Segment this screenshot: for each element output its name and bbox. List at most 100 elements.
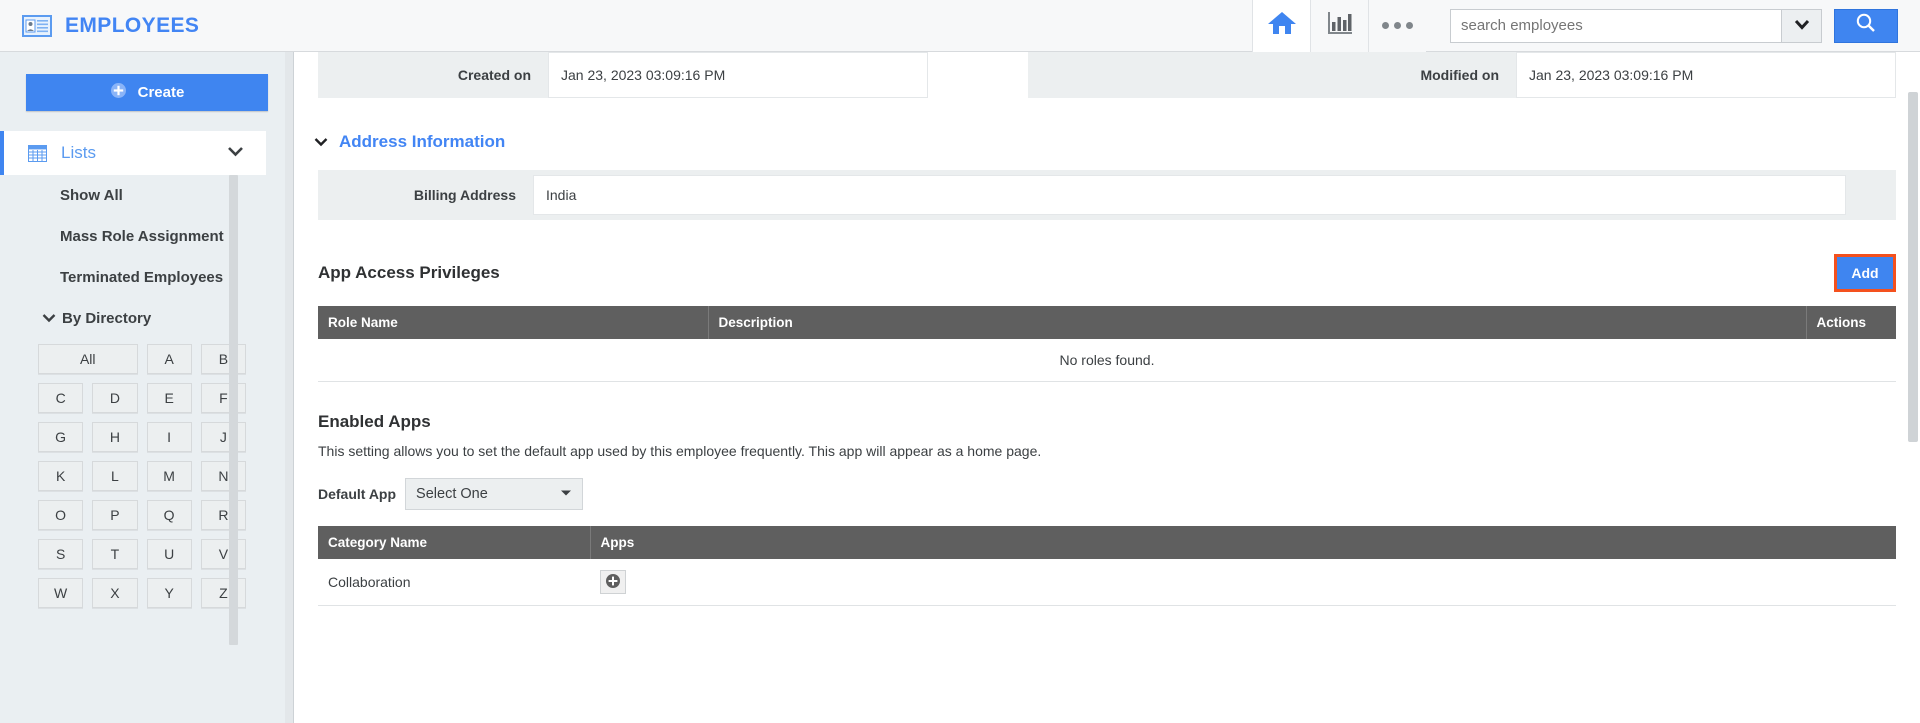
app-title: EMPLOYEES — [65, 13, 200, 37]
directory-letter-u[interactable]: U — [146, 539, 192, 569]
sidebar-edge — [285, 52, 294, 723]
billing-address-label: Billing Address — [413, 187, 516, 203]
add-role-button-label: Add — [1851, 265, 1879, 281]
directory-letter-label: E — [164, 390, 174, 406]
directory-letter-label: K — [55, 468, 66, 484]
brand: EMPLOYEES — [0, 14, 199, 38]
sidebar-group-by-directory[interactable]: By Directory — [0, 298, 294, 338]
address-information-header[interactable]: Address Information — [314, 132, 1920, 152]
bar-chart-icon — [1327, 11, 1353, 40]
directory-letter-label: P — [110, 507, 120, 523]
directory-letter-s[interactable]: S — [38, 539, 84, 569]
directory-letter-w[interactable]: W — [38, 578, 84, 608]
meta-fields-row: Created on Jan 23, 2023 03:09:16 PM Modi… — [318, 52, 1896, 98]
directory-letter-label: H — [109, 429, 120, 445]
sidebar-group-by-directory-label: By Directory — [62, 309, 152, 327]
directory-letter-label: O — [55, 507, 67, 523]
directory-letter-label: U — [164, 546, 175, 562]
directory-letter-label: D — [109, 390, 120, 406]
chevron-down-icon[interactable] — [227, 144, 244, 162]
directory-letter-y[interactable]: Y — [146, 578, 192, 608]
sidebar-item-show-all[interactable]: Show All — [0, 175, 294, 216]
directory-letter-t[interactable]: T — [92, 539, 138, 569]
sidebar: Create Lists Show All Mass Role Assignme… — [0, 52, 294, 723]
privileges-header-row: App Access Privileges Add — [318, 254, 1896, 292]
modified-on-field: Modified on Jan 23, 2023 03:09:16 PM — [1291, 52, 1896, 98]
directory-letter-label: J — [219, 429, 227, 445]
directory-letter-k[interactable]: K — [38, 461, 84, 491]
directory-letter-q[interactable]: Q — [146, 500, 192, 530]
sidebar-item-mass-role-assignment[interactable]: Mass Role Assignment — [0, 216, 294, 257]
search-input[interactable] — [1451, 9, 1781, 42]
add-role-button[interactable]: Add — [1837, 257, 1893, 289]
directory-letter-label: Z — [219, 585, 228, 601]
enabled-apps-table-head: Category Name Apps — [318, 526, 1896, 559]
roles-table-header-row: Role Name Description Actions — [318, 306, 1896, 339]
main-content: Created on Jan 23, 2023 03:09:16 PM Modi… — [294, 52, 1920, 723]
main-scrollbar[interactable] — [1908, 92, 1918, 442]
more-menu-button[interactable] — [1368, 0, 1426, 52]
plus-circle-icon — [110, 82, 127, 103]
sidebar-scrollbar[interactable] — [229, 175, 238, 645]
home-icon — [1267, 10, 1297, 41]
app-access-privileges-title: App Access Privileges — [318, 263, 500, 282]
directory-letter-label: F — [219, 390, 228, 406]
directory-letter-a[interactable]: A — [146, 344, 192, 374]
sidebar-item-terminated-employees[interactable]: Terminated Employees — [0, 257, 294, 298]
column-category-name: Category Name — [318, 526, 591, 559]
directory-letter-o[interactable]: O — [38, 500, 84, 530]
sidebar-item-lists[interactable]: Lists — [0, 131, 266, 175]
directory-letter-f[interactable]: F — [200, 383, 246, 413]
sidebar-item-show-all-label: Show All — [60, 187, 123, 204]
directory-letter-l[interactable]: L — [92, 461, 138, 491]
sidebar-item-terminated-employees-label: Terminated Employees — [60, 269, 224, 286]
caret-down-icon — [560, 488, 572, 500]
column-apps: Apps — [590, 526, 1896, 559]
directory-letter-i[interactable]: I — [146, 422, 192, 452]
home-button[interactable] — [1252, 0, 1310, 52]
modified-on-value: Jan 23, 2023 03:09:16 PM — [1516, 52, 1896, 98]
directory-letter-label: T — [110, 546, 120, 562]
directory-letter-h[interactable]: H — [92, 422, 138, 452]
directory-letter-all[interactable]: All — [38, 344, 138, 374]
search-scope-dropdown[interactable] — [1781, 9, 1821, 42]
directory-letter-label: C — [55, 390, 66, 406]
apps-cell — [590, 559, 1896, 606]
directory-letter-c[interactable]: C — [38, 383, 84, 413]
column-role-name: Role Name — [318, 306, 709, 339]
modified-on-label: Modified on — [1291, 52, 1516, 98]
directory-letter-m[interactable]: M — [146, 461, 192, 491]
directory-letter-v[interactable]: V — [200, 539, 246, 569]
id-card-icon — [22, 14, 52, 37]
directory-letter-p[interactable]: P — [92, 500, 138, 530]
directory-letter-z[interactable]: Z — [200, 578, 246, 608]
address-information-title: Address Information — [339, 132, 506, 151]
column-actions: Actions — [1806, 306, 1896, 339]
directory-letter-x[interactable]: X — [92, 578, 138, 608]
directory-letter-d[interactable]: D — [92, 383, 138, 413]
roles-table: Role Name Description Actions No roles f… — [318, 306, 1896, 382]
created-on-label: Created on — [318, 52, 548, 98]
directory-letter-r[interactable]: R — [200, 500, 246, 530]
directory-letter-g[interactable]: G — [38, 422, 84, 452]
enabled-apps-table-body: Collaboration — [318, 559, 1896, 606]
default-app-label: Default App — [318, 486, 397, 502]
directory-letter-j[interactable]: J — [200, 422, 246, 452]
create-button[interactable]: Create — [26, 74, 268, 111]
add-app-button[interactable] — [600, 570, 626, 594]
billing-address-value[interactable]: India — [533, 175, 1846, 215]
default-app-selected-value: Select One — [416, 486, 488, 502]
directory-letter-n[interactable]: N — [200, 461, 246, 491]
directory-letter-e[interactable]: E — [146, 383, 192, 413]
directory-letter-label: A — [164, 351, 174, 367]
directory-letter-label: All — [79, 351, 96, 367]
app-access-privileges-section: App Access Privileges Add Role Name Desc… — [318, 254, 1896, 382]
directory-letter-b[interactable]: B — [200, 344, 246, 374]
default-app-select[interactable]: Select One — [405, 478, 584, 510]
chevron-down-icon — [42, 310, 56, 327]
search-button[interactable] — [1834, 8, 1898, 43]
roles-empty-text: No roles found. — [318, 339, 1896, 382]
create-button-label: Create — [137, 84, 185, 101]
directory-letter-label: Y — [164, 585, 174, 601]
reports-button[interactable] — [1310, 0, 1368, 52]
